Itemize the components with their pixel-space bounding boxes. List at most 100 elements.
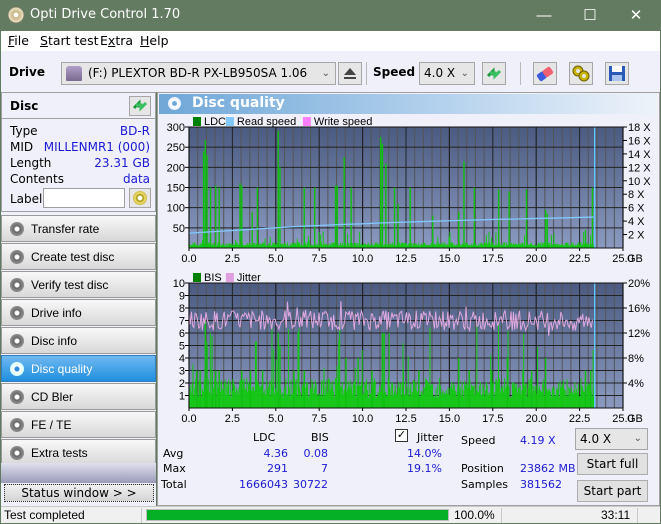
drive-select[interactable]: (F:) PLEXTOR BD-R PX-LB950SA 1.06 ⌄ (61, 62, 336, 85)
data-bar (249, 243, 251, 248)
drive-value: (F:) PLEXTOR BD-R PX-LB950SA 1.06 (88, 66, 308, 80)
data-bar (368, 244, 370, 248)
data-bar (377, 391, 379, 408)
x-tick-label: 7.5 (312, 253, 327, 265)
refresh-button[interactable] (482, 62, 506, 85)
data-bar (380, 383, 382, 408)
y-tick-label: 200 (167, 162, 185, 174)
data-bar (496, 379, 498, 408)
close-button[interactable]: ✕ (613, 0, 659, 31)
y-tick-label: 300 (167, 122, 185, 134)
eject-button[interactable] (338, 62, 362, 85)
nav-icon (10, 446, 24, 460)
data-bar (472, 386, 474, 408)
disc-refresh-button[interactable] (129, 96, 151, 116)
jitter-checkbox[interactable]: ✓ (395, 429, 408, 442)
menu-file[interactable]: File (8, 33, 29, 48)
nav-drive-info[interactable]: Drive info (1, 299, 156, 326)
data-spike (195, 370, 198, 408)
data-bar (427, 382, 429, 408)
data-spike (544, 358, 547, 408)
data-bar (481, 242, 483, 248)
data-bar (415, 243, 417, 248)
speed-select[interactable]: 4.0 X ⌄ (419, 62, 475, 85)
disc-label-input[interactable] (43, 188, 125, 208)
data-spike (584, 229, 587, 248)
data-bar (276, 242, 278, 248)
data-bar (530, 243, 532, 248)
data-bar (379, 385, 381, 408)
data-bar (346, 389, 348, 408)
data-spike (418, 370, 420, 408)
data-bar (306, 382, 308, 408)
minimize-button[interactable]: — (521, 0, 567, 31)
menu-extra[interactable]: Extra (100, 33, 133, 48)
data-bar (319, 393, 321, 408)
data-bar (513, 244, 515, 248)
data-bar (233, 382, 235, 408)
data-bar (590, 235, 592, 248)
settings-button[interactable] (569, 62, 593, 85)
data-bar (212, 244, 214, 248)
data-bar (366, 244, 368, 248)
data-bar (581, 385, 583, 408)
nav-cd-bler[interactable]: CD Bler (1, 383, 156, 410)
data-bar (471, 384, 473, 408)
data-bar (208, 242, 210, 248)
data-bar (405, 381, 407, 408)
nav-create-test-disc[interactable]: Create test disc (1, 243, 156, 270)
data-bar (554, 396, 556, 408)
maximize-button[interactable]: ☐ (567, 0, 613, 31)
data-spike (334, 185, 337, 248)
data-bar (399, 383, 401, 408)
bis-chart: 12345678910 4% 8% 12% 16% 20% 0.0 2.5 5.0 7.5 10.0… (173, 272, 650, 425)
data-bar (343, 390, 345, 408)
data-bar (510, 396, 512, 408)
data-bar (487, 394, 489, 408)
data-bar (555, 243, 557, 248)
data-bar (547, 391, 549, 408)
stats-col-bis: BIS (311, 431, 329, 444)
data-bar (340, 385, 342, 408)
data-bar (510, 244, 512, 248)
data-bar (441, 391, 443, 408)
nav-verify-test-disc[interactable]: Verify test disc (1, 271, 156, 298)
test-speed-select[interactable]: 4.0 X ⌄ (575, 428, 648, 450)
data-bar (318, 231, 320, 248)
data-bar (513, 384, 515, 408)
data-bar (570, 392, 572, 408)
data-bar (450, 242, 452, 248)
disc-label-button[interactable] (129, 188, 151, 208)
nav-fe-te[interactable]: FE / TE (1, 411, 156, 438)
data-bar (332, 242, 334, 248)
data-bar (316, 244, 318, 248)
start-part-button[interactable]: Start part (577, 480, 648, 502)
nav-transfer-rate[interactable]: Transfer rate (1, 215, 156, 242)
nav-disc-quality[interactable]: Disc quality (1, 355, 156, 382)
save-button[interactable] (605, 62, 629, 85)
erase-button[interactable] (533, 62, 557, 85)
data-bar (351, 384, 353, 408)
data-bar (393, 390, 395, 408)
data-bar (412, 243, 414, 248)
data-bar (356, 385, 358, 408)
status-window-button[interactable]: Status window > > (4, 484, 154, 502)
disc-label-label: Label (10, 192, 43, 206)
data-bar (433, 243, 435, 248)
menu-help[interactable]: Help (140, 33, 169, 48)
data-bar (389, 242, 391, 248)
nav-extra-tests[interactable]: Extra tests (1, 439, 156, 466)
data-bar (274, 388, 276, 408)
data-bar (312, 383, 314, 408)
data-bar (557, 389, 559, 408)
data-bar (195, 244, 197, 248)
data-bar (588, 384, 590, 408)
data-bar (208, 392, 210, 408)
nav-disc-info[interactable]: Disc info (1, 327, 156, 354)
data-bar (325, 244, 327, 248)
data-bar (484, 390, 486, 408)
start-full-button[interactable]: Start full (577, 453, 648, 475)
data-bar (194, 242, 196, 248)
menu-start-test[interactable]: Start test (40, 33, 99, 48)
y-tick-label: 4 (179, 353, 185, 365)
